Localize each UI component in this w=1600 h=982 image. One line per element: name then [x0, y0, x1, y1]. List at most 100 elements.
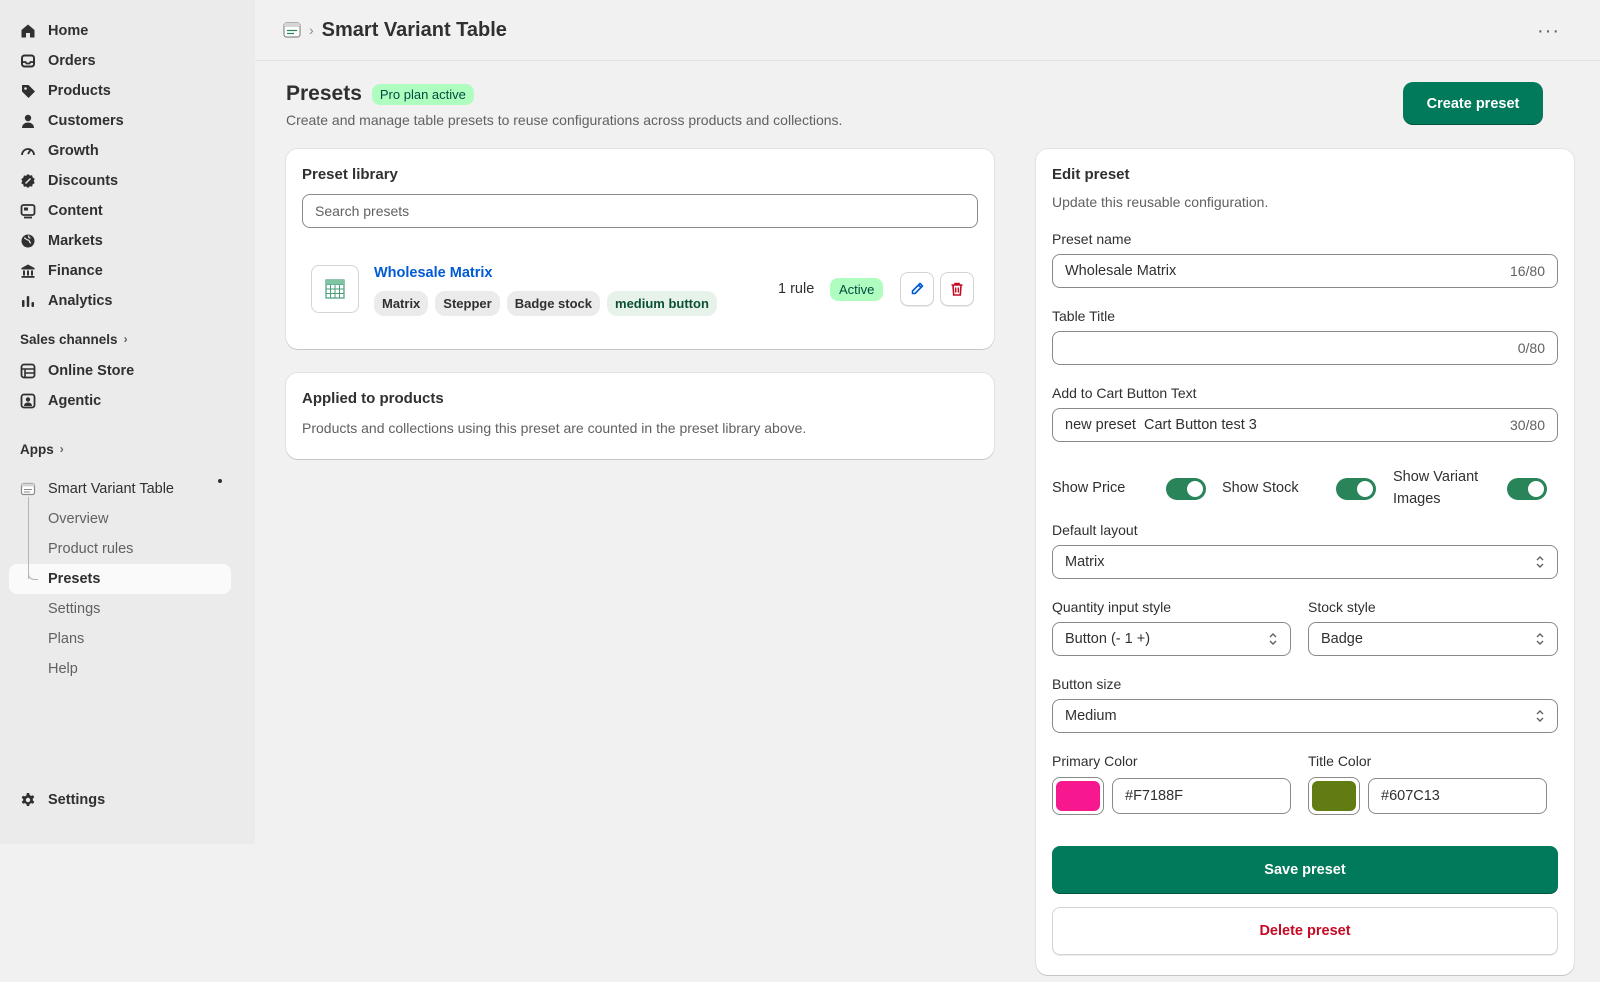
sidebar-item-settings[interactable]: Settings: [0, 594, 255, 624]
chevron-right-icon: ›: [59, 442, 64, 456]
title-color-hex-field[interactable]: #607C13: [1368, 778, 1547, 814]
field-label: Title Color: [1308, 753, 1372, 769]
sidebar-item-help[interactable]: Help: [0, 654, 255, 684]
tag: medium button: [607, 291, 717, 316]
search-input[interactable]: [302, 194, 978, 228]
sub-label: Plans: [48, 631, 85, 647]
sidebar-item-product-rules[interactable]: Product rules: [0, 534, 255, 564]
home-icon: [20, 23, 36, 39]
primary-color-hex-field[interactable]: #F7188F: [1112, 778, 1291, 814]
toggle-label: Show Stock: [1222, 480, 1299, 496]
card-title: Edit preset: [1052, 166, 1130, 183]
default-layout-group: Default layout Matrix: [1052, 522, 1558, 579]
title-color-swatch[interactable]: [1308, 777, 1360, 815]
nav-orders[interactable]: Orders: [0, 46, 255, 76]
card-subtitle: Update this reusable configuration.: [1052, 194, 1269, 210]
apps-header[interactable]: Apps ›: [0, 436, 255, 462]
nav-app-smart-variant-table[interactable]: Smart Variant Table: [0, 474, 255, 504]
field-label: Primary Color: [1052, 753, 1138, 769]
nav-home[interactable]: Home: [0, 16, 255, 46]
list-item: Wholesale Matrix Matrix Stepper Badge st…: [302, 265, 978, 316]
field-label: Preset name: [1052, 231, 1132, 247]
app-window-icon[interactable]: [283, 21, 301, 39]
select-value: Medium: [1065, 708, 1117, 724]
color-swatch: [1312, 781, 1356, 811]
show-stock-toggle[interactable]: [1336, 478, 1376, 500]
delete-button[interactable]: [940, 272, 974, 306]
nav-content[interactable]: Content: [0, 196, 255, 226]
nav-analytics[interactable]: Analytics: [0, 286, 255, 316]
nav-discounts[interactable]: Discounts: [0, 166, 255, 196]
button-size-select[interactable]: Medium: [1052, 699, 1558, 733]
inbox-icon: [20, 53, 36, 69]
sales-channels-header[interactable]: Sales channels ›: [0, 326, 255, 352]
char-count: 16/80: [1509, 263, 1545, 279]
select-arrows-icon: [1536, 633, 1544, 645]
sidebar-item-plans[interactable]: Plans: [0, 624, 255, 654]
agent-icon: [20, 393, 36, 409]
bar-chart-icon: [20, 293, 36, 309]
globe-icon: [20, 233, 36, 249]
stock-style-select[interactable]: Badge: [1308, 622, 1558, 656]
field-label: Button size: [1052, 676, 1122, 692]
sidebar-item-presets[interactable]: Presets: [9, 564, 231, 594]
delete-preset-button[interactable]: Delete preset: [1052, 907, 1558, 955]
nav-label: Discounts: [48, 173, 119, 189]
field-label: Table Title: [1052, 308, 1116, 324]
pencil-icon: [911, 282, 924, 295]
preset-name-field[interactable]: Wholesale Matrix 16/80: [1052, 254, 1558, 288]
tag-icon: [20, 83, 36, 99]
select-value: Matrix: [1065, 554, 1105, 570]
page-title: Presets: [286, 82, 362, 105]
status-badge: Active: [830, 278, 884, 301]
nav-online-store[interactable]: Online Store: [0, 356, 255, 386]
quantity-style-select[interactable]: Button (- 1 +): [1052, 622, 1291, 656]
char-count: 30/80: [1509, 417, 1545, 433]
nav-growth[interactable]: Growth: [0, 136, 255, 166]
nav-label: Finance: [48, 263, 103, 279]
cart-button-text-field[interactable]: new preset Cart Button test 3 30/80: [1052, 408, 1558, 442]
tag: Stepper: [435, 291, 500, 316]
gauge-icon: [20, 143, 36, 159]
field-value: #F7188F: [1125, 788, 1184, 804]
preset-name-link[interactable]: Wholesale Matrix: [374, 265, 492, 281]
field-label: Add to Cart Button Text: [1052, 385, 1197, 401]
table-title-field[interactable]: 0/80: [1052, 331, 1558, 365]
primary-color-swatch[interactable]: [1052, 777, 1104, 815]
show-price-toggle[interactable]: [1166, 478, 1206, 500]
default-layout-select[interactable]: Matrix: [1052, 545, 1558, 579]
tree-connector-hook: [28, 570, 38, 580]
nav-label: Settings: [48, 792, 106, 808]
nav-label: Home: [48, 23, 89, 39]
nav-finance[interactable]: Finance: [0, 256, 255, 286]
nav-agentic[interactable]: Agentic: [0, 386, 255, 416]
card-title: Applied to products: [302, 390, 444, 407]
edit-button[interactable]: [900, 272, 934, 306]
create-preset-button[interactable]: Create preset: [1403, 82, 1543, 125]
button-size-group: Button size Medium: [1052, 676, 1558, 733]
store-icon: [20, 363, 36, 379]
select-arrows-icon: [1536, 710, 1544, 722]
nav-markets[interactable]: Markets: [0, 226, 255, 256]
nav-customers[interactable]: Customers: [0, 106, 255, 136]
app-pin-dot: [218, 479, 222, 483]
nav-label: Markets: [48, 233, 103, 249]
breadcrumb-separator: ›: [309, 22, 314, 38]
save-preset-button[interactable]: Save preset: [1052, 846, 1558, 894]
bank-icon: [20, 263, 36, 279]
app-name-label: Smart Variant Table: [48, 481, 174, 497]
more-actions-icon[interactable]: ···: [1537, 20, 1560, 43]
apps-label: Apps: [20, 441, 54, 457]
select-arrows-icon: [1269, 633, 1277, 645]
sub-label: Overview: [48, 511, 109, 527]
sidebar-item-overview[interactable]: Overview: [0, 504, 255, 534]
discount-icon: [20, 173, 36, 189]
field-value: new preset Cart Button test 3: [1065, 417, 1257, 433]
tag: Matrix: [374, 291, 429, 316]
show-variant-images-toggle[interactable]: [1507, 478, 1547, 500]
field-label: Default layout: [1052, 522, 1138, 538]
nav-settings[interactable]: Settings: [0, 785, 105, 815]
edit-preset-card: Edit preset Update this reusable configu…: [1036, 149, 1574, 975]
select-value: Badge: [1321, 631, 1363, 647]
nav-products[interactable]: Products: [0, 76, 255, 106]
